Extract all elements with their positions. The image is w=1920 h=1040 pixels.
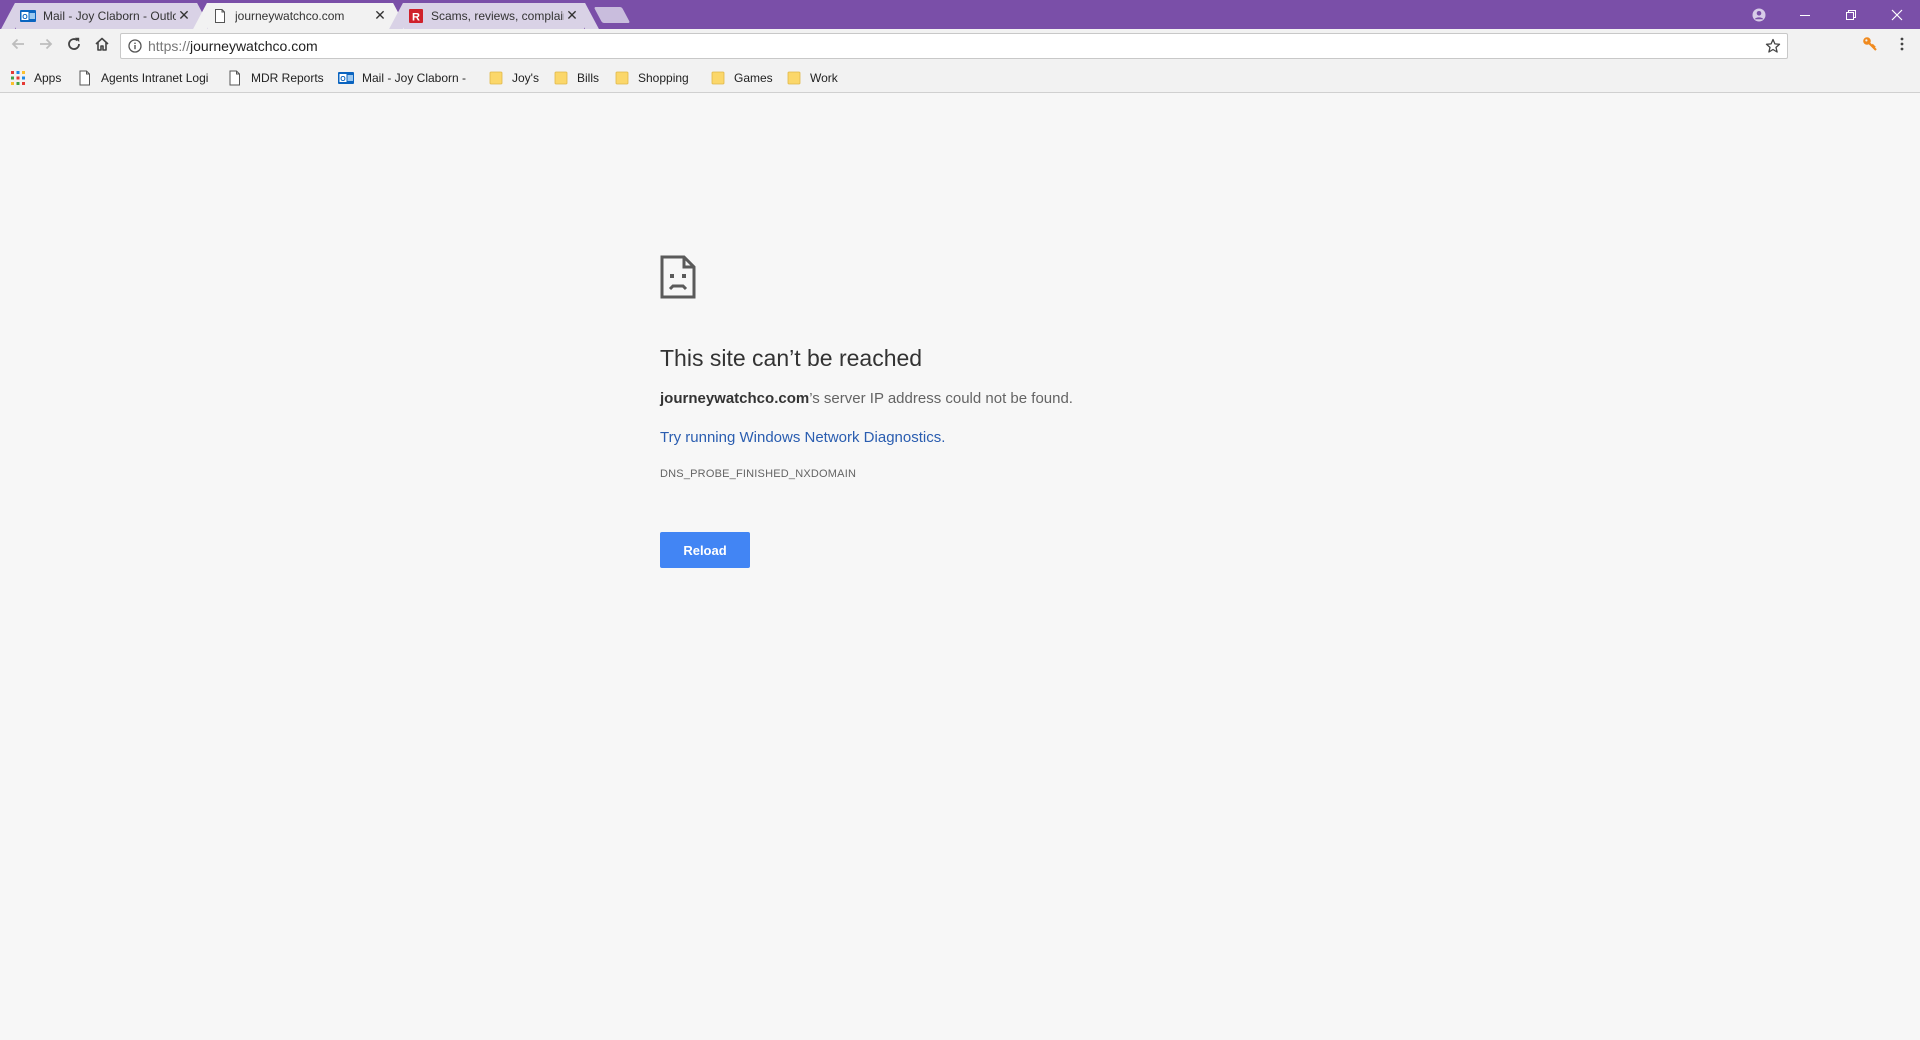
bookmark-mail[interactable]: O Mail - Joy Claborn - [338,70,466,86]
page-icon [227,70,243,86]
ripoff-report-icon: R [408,8,424,24]
more-vertical-icon [1894,36,1910,56]
svg-text:O: O [22,14,28,21]
bookmark-label: Games [734,71,773,85]
apps-grid-icon [10,70,26,86]
bookmark-folder-work[interactable]: Work [786,70,838,86]
diagnostics-prefix: Try running [660,429,740,446]
info-icon[interactable] [127,38,143,54]
profile-icon[interactable] [1736,0,1782,29]
diagnostics-suffix: . [941,429,946,446]
extension-button[interactable] [1858,34,1882,58]
url-scheme: https:// [148,38,191,54]
url-host: journeywatchco.com [190,38,318,54]
reload-page-button[interactable]: Reload [660,532,750,568]
tab-journeywatchco[interactable]: journeywatchco.com ✕ [208,3,392,29]
bookmark-folder-bills[interactable]: Bills [553,70,599,86]
svg-text:R: R [412,12,420,24]
tab-close-icon[interactable]: ✕ [176,8,192,24]
bookmarks-bar: Apps Agents Intranet Logi MDR Reports O … [0,63,1920,93]
page-icon [77,70,93,86]
minimize-icon[interactable] [1782,0,1828,29]
home-button[interactable] [90,34,114,58]
tab-strip: O Mail - Joy Claborn - Outlo ✕ journeywa… [0,0,1920,29]
bookmark-label: Mail - Joy Claborn - [362,71,467,85]
outlook-icon: O [338,70,354,86]
arrow-left-icon [10,36,26,56]
tab-title: Scams, reviews, complain [431,9,564,23]
diagnostics-line: Try running Windows Network Diagnostics. [660,407,1220,446]
bookmark-folder-shopping[interactable]: Shopping [614,70,689,86]
error-code: DNS_PROBE_FINISHED_NXDOMAIN [660,468,857,480]
bookmark-mdr-reports[interactable]: MDR Reports [227,70,324,86]
new-tab-button[interactable] [593,7,631,23]
bookmark-label: Bills [577,71,600,85]
bookmark-folder-joys[interactable]: Joy's [488,70,539,86]
key-icon [1862,36,1878,56]
tab-title: Mail - Joy Claborn - Outlo [43,9,176,23]
menu-button[interactable] [1890,34,1914,58]
bookmark-agents-intranet[interactable]: Agents Intranet Logi [77,70,208,86]
diagnostics-link-text: Windows Network Diagnostics [739,429,942,446]
address-bar[interactable]: https://journeywatchco.com [120,33,1788,59]
folder-icon [553,70,569,86]
tab-close-icon[interactable]: ✕ [372,8,388,24]
close-icon[interactable] [1874,0,1920,29]
error-detail-suffix: ’s server IP address could not be found. [809,390,1073,407]
folder-icon [488,70,504,86]
bookmark-label: Shopping [638,71,689,85]
arrow-right-icon [38,36,54,56]
error-title: This site can’t be reached [660,345,923,371]
browser-toolbar: https://journeywatchco.com [0,29,1920,63]
sad-document-icon [660,255,696,299]
bookmark-apps[interactable]: Apps [10,70,61,86]
bookmark-label: Apps [34,71,62,85]
tab-scams-reviews[interactable]: R Scams, reviews, complain ✕ [404,3,584,29]
error-detail: journeywatchco.com’s server IP address c… [660,390,1220,407]
svg-text:O: O [340,76,346,83]
bookmark-label: Work [810,71,838,85]
bookmark-label: MDR Reports [251,71,324,85]
folder-icon [786,70,802,86]
bookmark-label: Agents Intranet Logi [101,71,209,85]
page-content: This site can’t be reached journeywatchc… [0,93,1920,1040]
reload-icon [66,36,82,56]
forward-button[interactable] [34,34,58,58]
error-panel: This site can’t be reached journeywatchc… [660,255,1220,568]
bookmark-folder-games[interactable]: Games [710,70,773,86]
home-icon [94,36,110,56]
bookmark-star-icon[interactable] [1765,38,1781,54]
diagnostics-link[interactable]: Try running Windows Network Diagnostics. [660,429,945,446]
folder-icon [614,70,630,86]
back-button[interactable] [6,34,30,58]
tab-close-icon[interactable]: ✕ [564,8,580,24]
bookmark-label: Joy's [512,71,539,85]
url-text[interactable]: https://journeywatchco.com [148,38,318,54]
folder-icon [710,70,726,86]
restore-icon[interactable] [1828,0,1874,29]
tab-mail[interactable]: O Mail - Joy Claborn - Outlo ✕ [16,3,196,29]
page-icon [212,8,228,24]
tab-title: journeywatchco.com [235,9,345,23]
error-host: journeywatchco.com [660,390,810,407]
reload-button[interactable] [62,34,86,58]
outlook-icon: O [20,8,36,24]
